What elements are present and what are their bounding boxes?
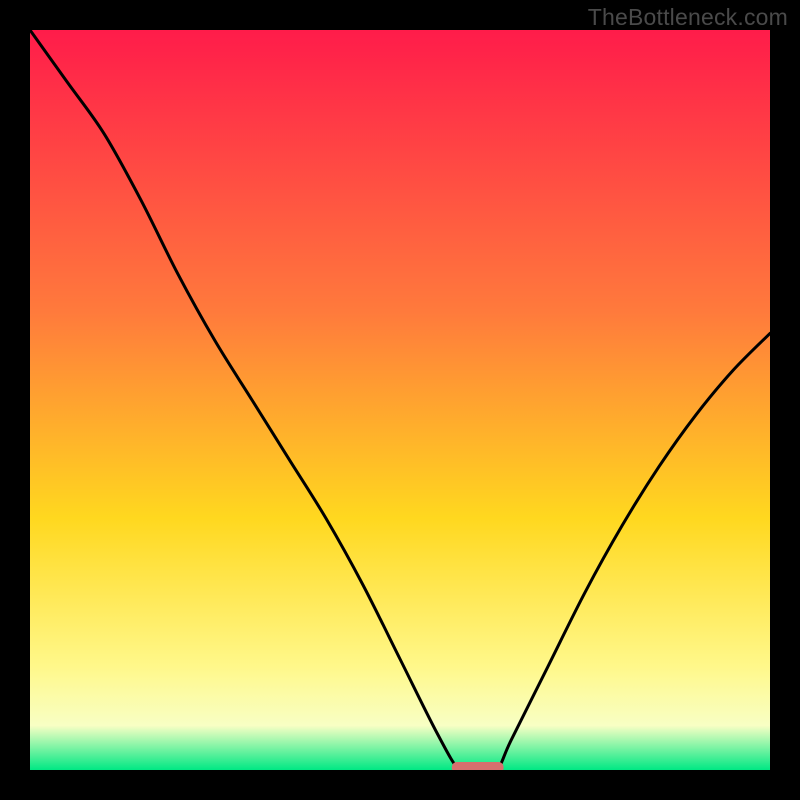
bottleneck-plot	[30, 30, 770, 770]
watermark-text: TheBottleneck.com	[588, 4, 788, 31]
plot-svg	[30, 30, 770, 770]
optimal-marker	[452, 762, 504, 770]
chart-frame: TheBottleneck.com	[0, 0, 800, 800]
